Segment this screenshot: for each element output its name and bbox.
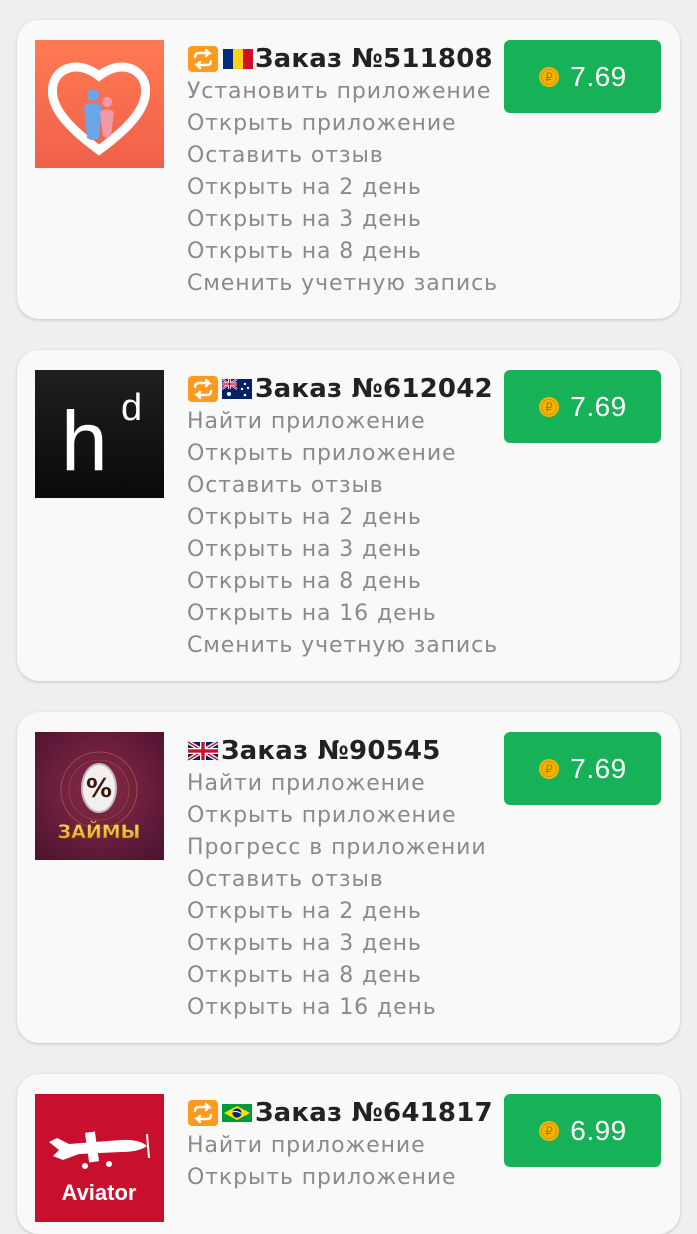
brazil-flag-icon xyxy=(221,1100,253,1126)
order-title-row: Заказ №90545 xyxy=(187,734,441,768)
repeat-icon xyxy=(187,376,219,402)
task-item: Сменить учетную запись xyxy=(187,271,498,296)
order-title: Заказ №90545 xyxy=(221,736,441,766)
order-title-row: Заказ №511808 xyxy=(187,42,493,76)
aviator-plane-icon: Aviator xyxy=(35,1094,164,1222)
price-value: 7.69 xyxy=(570,60,627,92)
task-item: Открыть на 2 день xyxy=(187,899,422,924)
svg-text:₽: ₽ xyxy=(545,1124,553,1138)
task-item: Найти приложение xyxy=(187,771,426,796)
task-item: Оставить отзыв xyxy=(187,143,384,168)
task-item: Оставить отзыв xyxy=(187,473,384,498)
order-card[interactable]: Заказ №511808 Установить приложение Откр… xyxy=(17,20,680,319)
svg-text:₽: ₽ xyxy=(545,400,553,414)
task-item: Открыть на 2 день xyxy=(187,175,422,200)
svg-text:₽: ₽ xyxy=(545,762,553,776)
svg-text:₽: ₽ xyxy=(545,70,553,84)
ruble-coin-icon: ₽ xyxy=(538,1120,560,1142)
price-button[interactable]: ₽ 7.69 xyxy=(504,40,661,113)
loans-icon-label: ЗАЙМЫ xyxy=(58,820,141,843)
hd-logo-icon: h d xyxy=(35,370,164,498)
price-button[interactable]: ₽ 7.69 xyxy=(504,732,661,805)
order-title-row: Заказ №612042 xyxy=(187,372,493,406)
price-button[interactable]: ₽ 6.99 xyxy=(504,1094,661,1167)
task-item: Оставить отзыв xyxy=(187,867,384,892)
task-item: Открыть на 3 день xyxy=(187,537,422,562)
task-item: Открыть на 8 день xyxy=(187,963,422,988)
task-item: Прогресс в приложении xyxy=(187,835,487,860)
australia-flag-icon xyxy=(221,376,253,402)
order-title-row: Заказ №641817 xyxy=(187,1096,493,1130)
task-item: Открыть на 3 день xyxy=(187,207,422,232)
loans-percent-icon: % ЗАЙМЫ xyxy=(35,732,164,860)
order-title: Заказ №612042 xyxy=(255,374,493,404)
order-title: Заказ №511808 xyxy=(255,44,493,74)
svg-text:%: % xyxy=(86,774,112,804)
task-item: Открыть на 3 день xyxy=(187,931,422,956)
task-item: Открыть на 8 день xyxy=(187,569,422,594)
task-list: Найти приложение Открыть приложение xyxy=(187,1130,456,1194)
price-value: 6.99 xyxy=(570,1114,627,1146)
task-list: Установить приложение Открыть приложение… xyxy=(187,76,498,300)
family-heart-icon xyxy=(35,40,164,168)
order-card[interactable]: Aviator Заказ №641817 Найти приложение О… xyxy=(17,1074,680,1234)
ruble-coin-icon: ₽ xyxy=(538,758,560,780)
repeat-icon xyxy=(187,46,219,72)
task-item: Открыть приложение xyxy=(187,441,457,466)
task-list: Найти приложение Открыть приложение Оста… xyxy=(187,406,498,662)
romania-flag-icon xyxy=(221,46,253,72)
task-item: Открыть приложение xyxy=(187,803,457,828)
task-item: Открыть на 8 день xyxy=(187,239,422,264)
task-list: Найти приложение Открыть приложение Прог… xyxy=(187,768,487,1024)
price-value: 7.69 xyxy=(570,752,627,784)
task-item: Открыть на 2 день xyxy=(187,505,422,530)
task-item: Сменить учетную запись xyxy=(187,633,498,658)
task-item: Найти приложение xyxy=(187,409,426,434)
price-value: 7.69 xyxy=(570,390,627,422)
repeat-icon xyxy=(187,1100,219,1126)
aviator-icon-label: Aviator xyxy=(62,1180,137,1205)
task-item: Открыть на 16 день xyxy=(187,601,437,626)
task-item: Найти приложение xyxy=(187,1133,426,1158)
task-item: Открыть на 16 день xyxy=(187,995,437,1020)
ruble-coin-icon: ₽ xyxy=(538,66,560,88)
hd-logo-letter: h xyxy=(61,394,108,488)
task-item: Открыть приложение xyxy=(187,1165,457,1190)
order-card[interactable]: % ЗАЙМЫ Заказ №90545 Найти приложение От… xyxy=(17,712,680,1043)
uk-flag-icon xyxy=(187,738,219,764)
ruble-coin-icon: ₽ xyxy=(538,396,560,418)
price-button[interactable]: ₽ 7.69 xyxy=(504,370,661,443)
order-card[interactable]: h d Заказ №612042 Найти приложение Откры… xyxy=(17,350,680,681)
task-item: Установить приложение xyxy=(187,79,492,104)
order-title: Заказ №641817 xyxy=(255,1098,493,1128)
task-item: Открыть приложение xyxy=(187,111,457,136)
hd-logo-superscript: d xyxy=(121,387,142,429)
